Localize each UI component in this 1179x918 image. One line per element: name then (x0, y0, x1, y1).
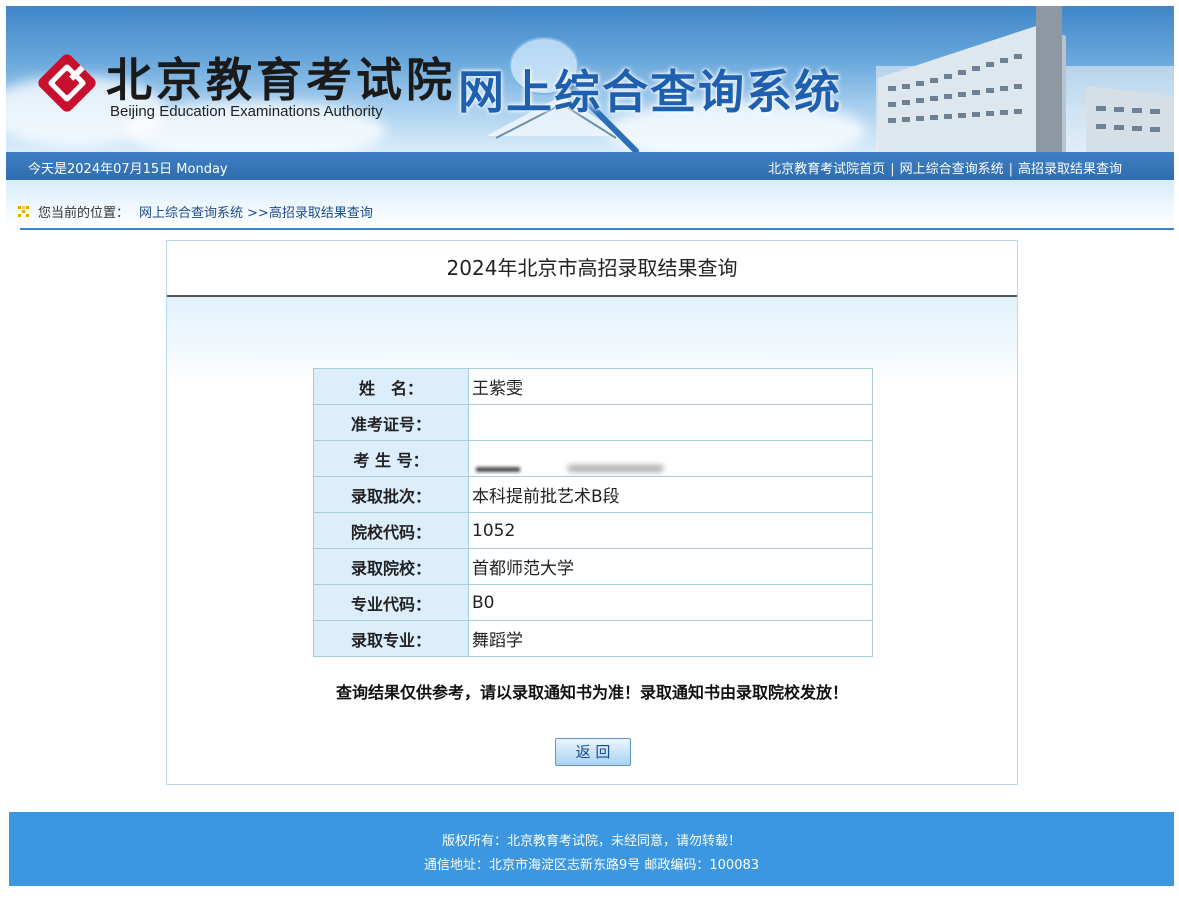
breadcrumb-current: >>高招录取结果查询 (247, 206, 373, 221)
table-row-school-code: 院校代码： 1052 (313, 512, 873, 549)
admitted-major-value: 舞蹈学 (468, 620, 873, 657)
candidate-number-value (468, 440, 873, 477)
table-row-batch: 录取批次： 本科提前批艺术B段 (313, 476, 873, 513)
admission-batch-value: 本科提前批艺术B段 (468, 476, 873, 513)
system-title: 网上综合查询系统 (458, 66, 842, 118)
row-label: 考 生 号： (313, 440, 469, 477)
table-row-school: 录取院校： 首都师范大学 (313, 548, 873, 585)
row-label: 院校代码： (313, 512, 469, 549)
footer: 版权所有：北京教育考试院，未经同意，请勿转载！ 通信地址：北京市海淀区志新东路9… (9, 812, 1174, 886)
disclaimer-notice: 查询结果仅供参考，请以录取通知书为准！录取通知书由录取院校发放！ (335, 683, 848, 702)
footer-copyright: 版权所有：北京教育考试院，未经同意，请勿转载！ (441, 834, 741, 849)
back-button[interactable]: 返 回 (555, 738, 631, 766)
redacted-value (472, 405, 872, 440)
redacted-value (472, 441, 872, 476)
breadcrumb-prefix: 您当前的位置： (38, 206, 130, 221)
admission-ticket-value (468, 404, 873, 441)
footer-address: 通信地址：北京市海淀区志新东路9号 邮政编码：100083 (423, 858, 760, 873)
breadcrumb-link-system[interactable]: 网上综合查询系统 (139, 206, 243, 221)
nav-link-query-system[interactable]: 网上综合查询系统 (900, 162, 1004, 177)
logo-mark-icon (38, 54, 96, 112)
breadcrumb-dots-icon (18, 206, 29, 217)
major-code-value: B0 (468, 584, 873, 621)
row-label: 录取院校： (313, 548, 469, 585)
table-row-major-code: 专业代码： B0 (313, 584, 873, 621)
row-label: 录取专业： (313, 620, 469, 657)
nav-separator: | (890, 162, 895, 177)
current-date: 今天是2024年07月15日 Monday (28, 162, 228, 177)
page-title: 2024年北京市高招录取结果查询 (167, 241, 1017, 297)
table-row-major: 录取专业： 舞蹈学 (313, 620, 873, 657)
top-nav-bar: 今天是2024年07月15日 Monday 北京教育考试院首页 | 网上综合查询系统… (6, 152, 1174, 180)
breadcrumb-bar: 您当前的位置： 网上综合查询系统 >>高招录取结果查询 (6, 180, 1174, 230)
logo-english-name: Beijing Education Examinations Authority (110, 103, 383, 120)
row-label: 准考证号： (313, 404, 469, 441)
table-row-name: 姓 名： 王紫雯 (313, 368, 873, 405)
row-label: 录取批次： (313, 476, 469, 513)
admission-result-table: 姓 名： 王紫雯 准考证号： 考 生 号： 录取批次： 本科提前批艺术B段 院校… (313, 368, 873, 657)
header-banner: 北京教育考试院 Beijing Education Examinations A… (6, 6, 1174, 152)
building-illustration-icon (876, 6, 1174, 152)
logo-chinese-name: 北京教育考试院 (106, 53, 456, 107)
school-code-value: 1052 (468, 512, 873, 549)
candidate-name-value: 王紫雯 (468, 368, 873, 405)
breadcrumb-divider (20, 228, 1174, 230)
top-nav-links: 北京教育考试院首页 | 网上综合查询系统 | 高招录取结果查询 (768, 158, 1122, 177)
table-row-admission-ticket: 准考证号： (313, 404, 873, 441)
table-row-candidate-number: 考 生 号： (313, 440, 873, 477)
admitted-school-value: 首都师范大学 (468, 548, 873, 585)
nav-separator: | (1008, 162, 1013, 177)
page-frame: 北京教育考试院 Beijing Education Examinations A… (6, 6, 1174, 886)
breadcrumb: 您当前的位置： 网上综合查询系统 >>高招录取结果查询 (18, 202, 373, 221)
row-label: 姓 名： (313, 368, 469, 405)
row-label: 专业代码： (313, 584, 469, 621)
nav-link-admission-query[interactable]: 高招录取结果查询 (1018, 162, 1122, 177)
nav-link-authority-home[interactable]: 北京教育考试院首页 (768, 162, 885, 177)
result-panel: 2024年北京市高招录取结果查询 姓 名： 王紫雯 准考证号： 考 生 号： 录… (166, 240, 1018, 785)
